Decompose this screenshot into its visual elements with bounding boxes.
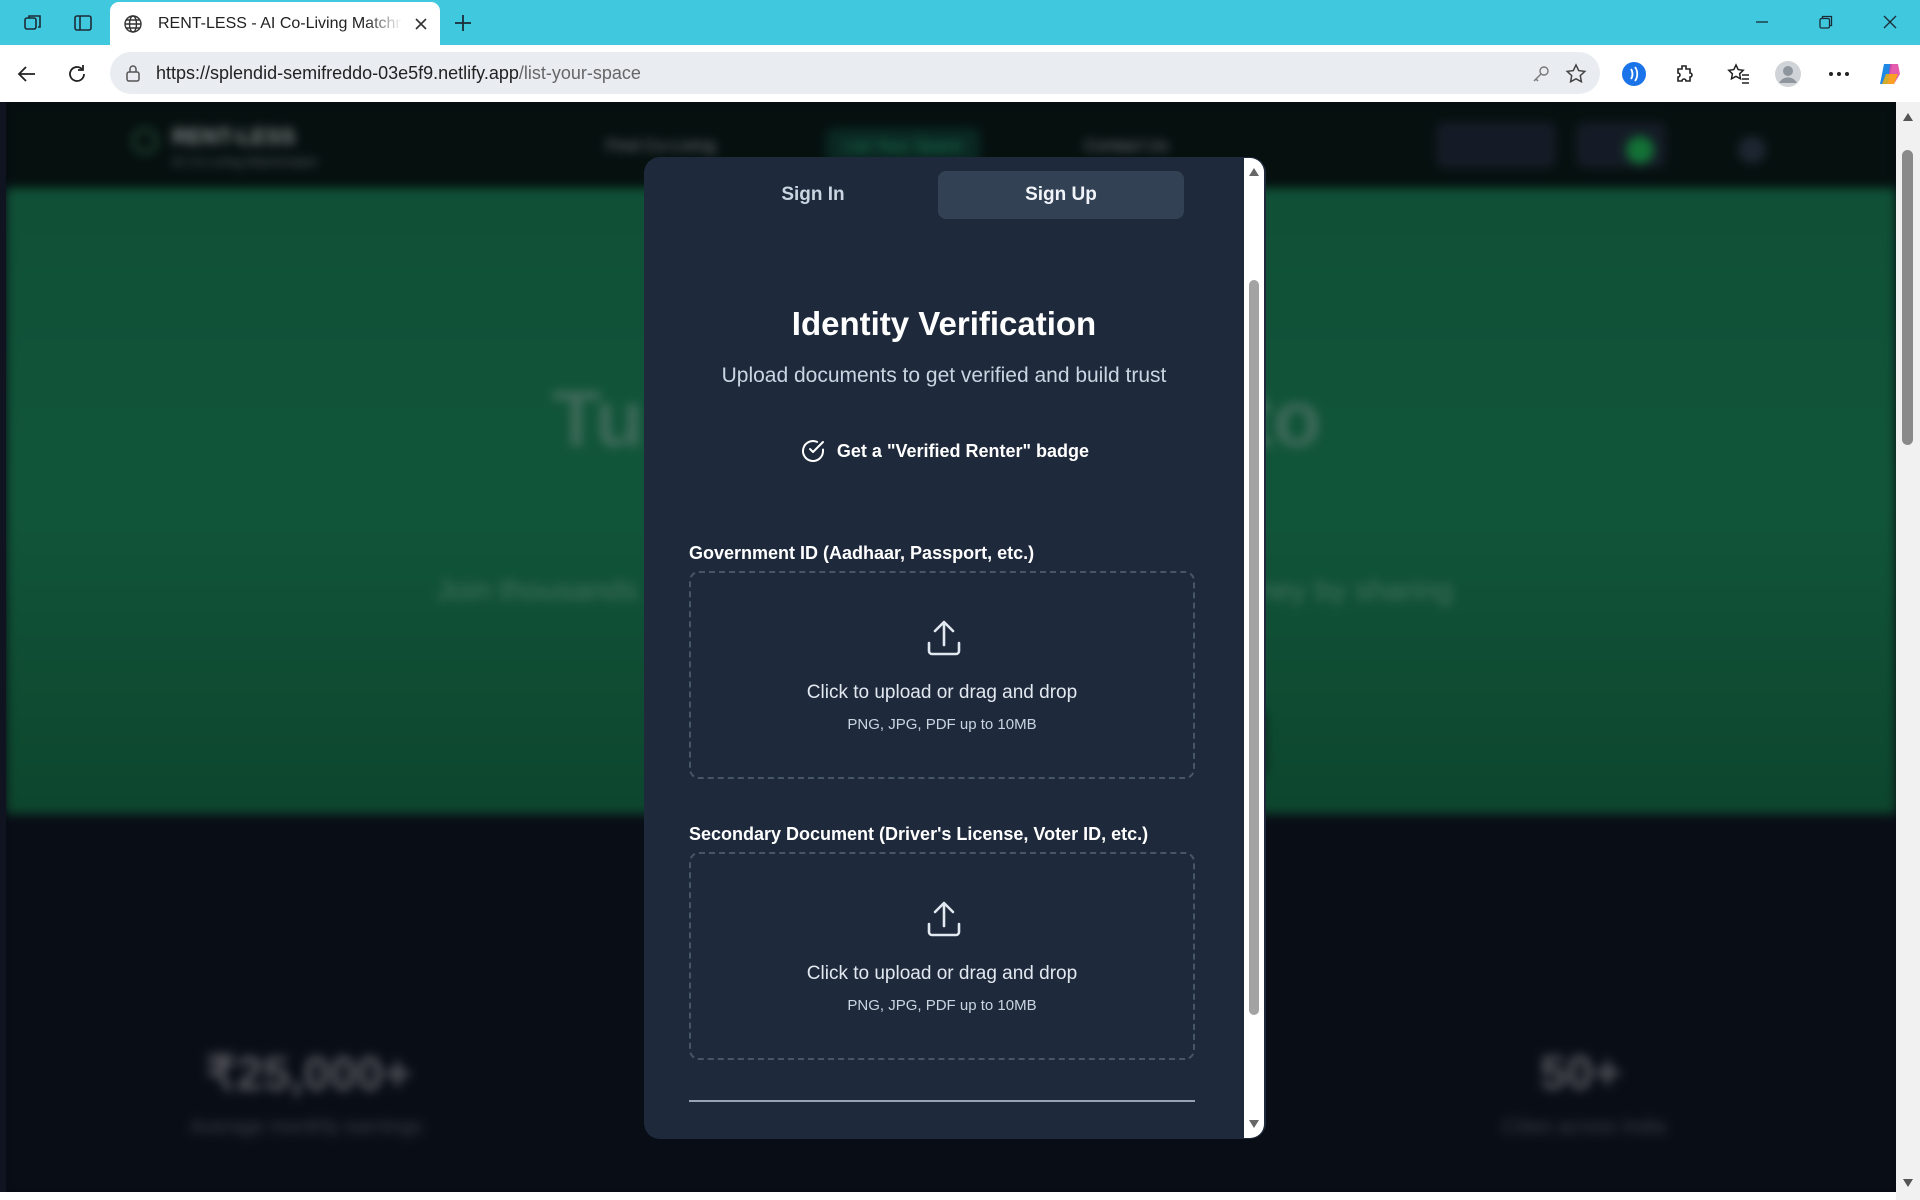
address-bar[interactable]: https://splendid-semifreddo-03e5f9.netli… bbox=[110, 52, 1600, 94]
profile-avatar-icon[interactable] bbox=[1771, 57, 1805, 91]
page-scroll-down-icon[interactable] bbox=[1901, 1176, 1915, 1190]
upload-icon bbox=[924, 899, 964, 939]
tab-sign-up[interactable]: Sign Up bbox=[938, 171, 1184, 219]
government-id-label: Government ID (Aadhaar, Passport, etc.) bbox=[689, 543, 1035, 563]
workspaces-icon[interactable] bbox=[18, 8, 48, 38]
modal-subtitle: Upload documents to get verified and bui… bbox=[721, 364, 1167, 387]
globe-icon bbox=[120, 11, 146, 37]
more-menu-icon[interactable] bbox=[1822, 57, 1856, 91]
secondary-document-upload-text: Click to upload or drag and drop bbox=[806, 963, 1078, 984]
extensions-icon[interactable] bbox=[1668, 57, 1702, 91]
browser-tab-active[interactable]: RENT-LESS - AI Co-Living Matchmaking bbox=[110, 2, 440, 45]
lock-icon[interactable] bbox=[122, 62, 144, 84]
back-icon[interactable] bbox=[10, 57, 44, 91]
read-aloud-icon[interactable] bbox=[1617, 57, 1651, 91]
tab-sign-in[interactable]: Sign In bbox=[690, 171, 936, 219]
page-scroll-up-icon[interactable] bbox=[1901, 110, 1915, 124]
auth-modal: Sign In Sign Up Identity Verification Up… bbox=[644, 157, 1266, 1139]
close-window-icon[interactable] bbox=[1862, 6, 1918, 38]
page-scrollbar-thumb[interactable] bbox=[1902, 150, 1913, 445]
reload-icon[interactable] bbox=[60, 57, 94, 91]
restore-icon[interactable] bbox=[1798, 6, 1854, 38]
check-circle-icon bbox=[799, 437, 827, 465]
government-id-upload-text: Click to upload or drag and drop bbox=[806, 682, 1078, 703]
modal-scrollbar-thumb[interactable] bbox=[1249, 280, 1259, 1015]
government-id-dropzone[interactable]: Click to upload or drag and drop PNG, JP… bbox=[689, 571, 1195, 779]
page-scrollbar[interactable] bbox=[1896, 102, 1920, 1200]
favorite-star-icon[interactable] bbox=[1563, 61, 1589, 87]
modal-scrollbar[interactable] bbox=[1244, 158, 1264, 1138]
browser-toolbar: https://splendid-semifreddo-03e5f9.netli… bbox=[0, 45, 1920, 102]
vertical-tabs-icon[interactable] bbox=[68, 8, 98, 38]
tab-title: RENT-LESS - AI Co-Living Matchmaking bbox=[158, 14, 402, 32]
url-text: https://splendid-semifreddo-03e5f9.netli… bbox=[156, 62, 641, 83]
secondary-document-label: Secondary Document (Driver's License, Vo… bbox=[689, 824, 1149, 844]
secondary-document-dropzone[interactable]: Click to upload or drag and drop PNG, JP… bbox=[689, 852, 1195, 1060]
government-id-upload-hint: PNG, JPG, PDF up to 10MB bbox=[847, 716, 1037, 733]
badge-text: Get a "Verified Renter" badge bbox=[836, 440, 1090, 461]
page-viewport: RENT-LESS AI Co-Living Matchmaker Find C… bbox=[6, 102, 1896, 1192]
scroll-up-arrow-icon[interactable] bbox=[1248, 166, 1260, 178]
auth-tabs: Sign In Sign Up bbox=[690, 171, 1184, 219]
new-tab-icon[interactable] bbox=[448, 8, 478, 38]
section-divider bbox=[689, 1100, 1195, 1102]
window-bottom-edge bbox=[0, 1192, 1896, 1200]
favorites-icon[interactable] bbox=[1722, 57, 1756, 91]
verified-badge-note: Get a "Verified Renter" badge bbox=[644, 437, 1244, 465]
key-icon[interactable] bbox=[1528, 61, 1554, 87]
copilot-icon[interactable] bbox=[1873, 57, 1907, 91]
upload-icon bbox=[924, 618, 964, 658]
minimize-icon[interactable] bbox=[1734, 6, 1790, 38]
close-tab-icon[interactable] bbox=[410, 13, 432, 35]
scroll-down-arrow-icon[interactable] bbox=[1248, 1118, 1260, 1130]
browser-tab-strip: RENT-LESS - AI Co-Living Matchmaking bbox=[0, 0, 1920, 45]
secondary-document-upload-hint: PNG, JPG, PDF up to 10MB bbox=[847, 997, 1037, 1014]
modal-title: Identity Verification bbox=[791, 305, 1097, 342]
